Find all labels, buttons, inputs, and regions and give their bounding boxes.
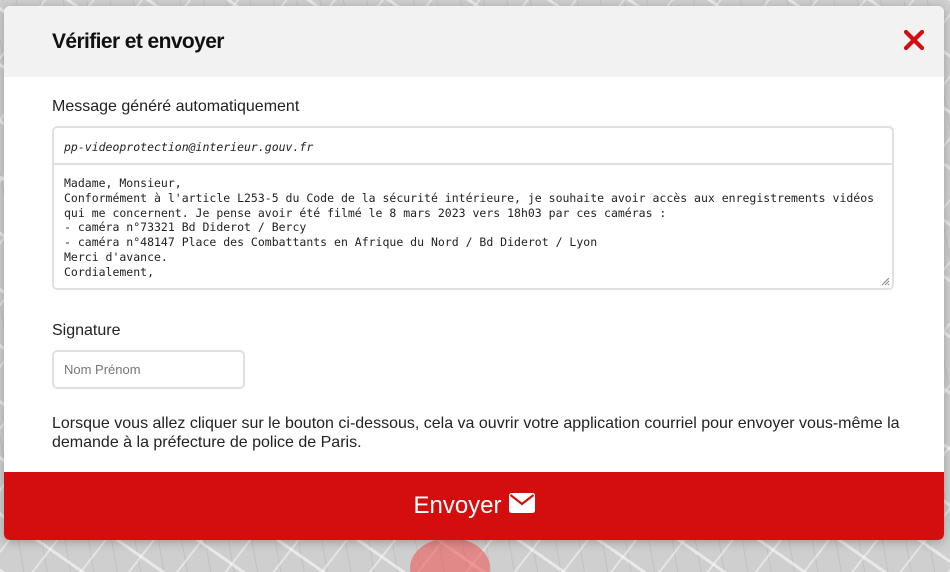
- close-x-icon: [903, 29, 925, 51]
- close-button[interactable]: [902, 28, 926, 52]
- signature-input[interactable]: [52, 350, 245, 389]
- envelope-icon: [508, 492, 535, 520]
- send-button[interactable]: Envoyer: [4, 472, 944, 540]
- message-textarea[interactable]: Madame, Monsieur, Conformément à l'artic…: [54, 165, 892, 288]
- modal-header: Vérifier et envoyer: [4, 6, 944, 77]
- verify-send-modal: Vérifier et envoyer Message généré autom…: [4, 6, 944, 540]
- recipient-email-field[interactable]: pp-videoprotection@interieur.gouv.fr: [54, 128, 892, 165]
- message-label: Message généré automatiquement: [52, 98, 300, 115]
- modal-title: Vérifier et envoyer: [52, 30, 224, 53]
- send-button-label: Envoyer: [413, 492, 502, 519]
- info-text: Lorsque vous allez cliquer sur le bouton…: [52, 415, 900, 451]
- resize-handle-icon[interactable]: [881, 277, 890, 286]
- message-box: pp-videoprotection@interieur.gouv.fr Mad…: [52, 126, 894, 290]
- signature-label: Signature: [52, 322, 121, 339]
